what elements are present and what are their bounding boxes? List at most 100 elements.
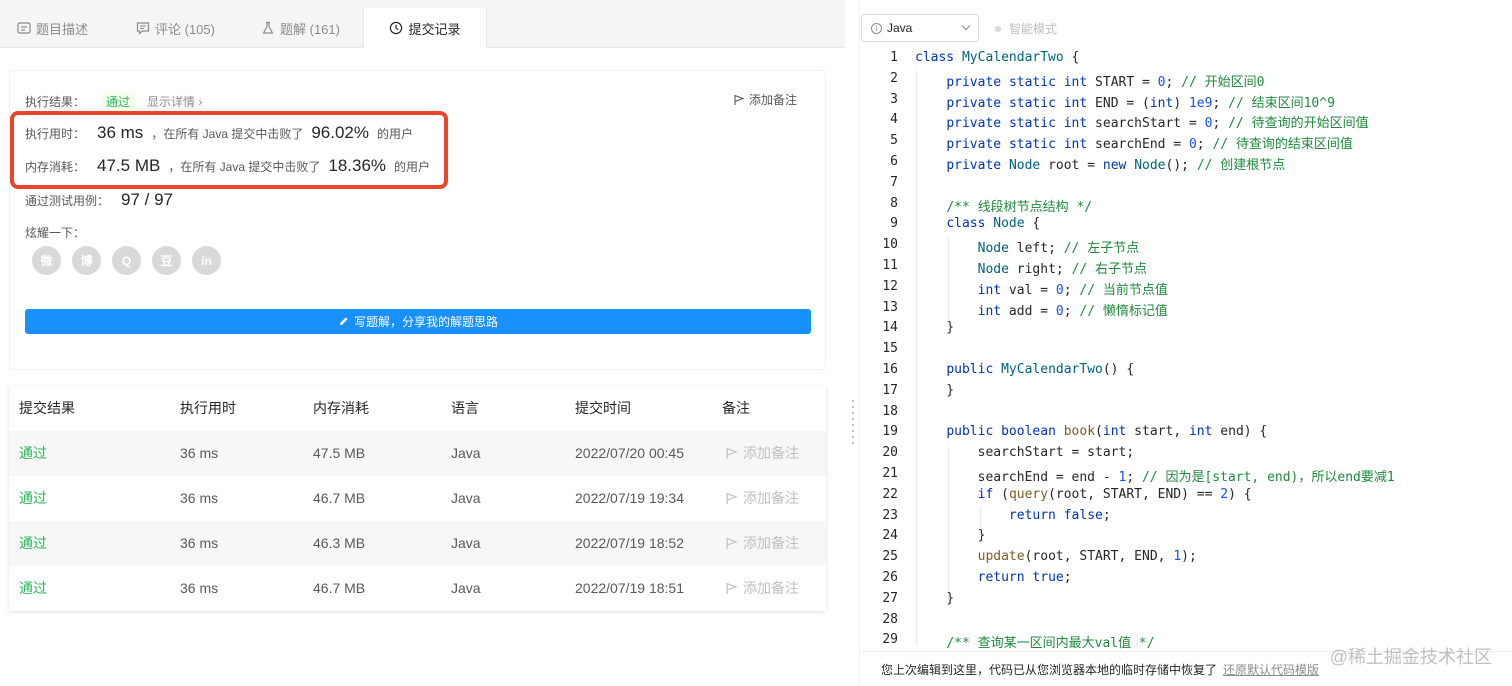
code-line[interactable]: return true; <box>915 570 1072 585</box>
tab-description[interactable]: 题目描述 <box>17 8 88 48</box>
row-add-note-label: 添加备注 <box>743 490 799 506</box>
code-line[interactable]: update(root, START, END, 1); <box>915 549 1197 564</box>
code-line[interactable]: int val = 0; // 当前节点值 <box>915 279 1168 298</box>
flag-icon <box>726 582 738 594</box>
code-line[interactable]: class MyCalendarTwo { <box>915 50 1079 65</box>
douban-icon[interactable]: 豆 <box>152 246 181 275</box>
tab-solutions[interactable]: 题解 (161) <box>261 8 340 48</box>
resize-handle[interactable] <box>852 400 854 448</box>
qq-icon[interactable]: Q <box>112 246 141 275</box>
code-line[interactable]: private static int END = (int) 1e9; // 结… <box>915 92 1335 111</box>
row-memory: 46.7 MB <box>313 490 366 506</box>
code-line[interactable]: /** 线段树节点结构 */ <box>915 196 1092 215</box>
line-number: 4 <box>890 112 898 128</box>
line-number: 26 <box>882 570 898 585</box>
wechat-icon[interactable]: 微 <box>32 246 61 275</box>
line-number: 17 <box>882 382 898 398</box>
row-result[interactable]: 通过 <box>19 431 47 476</box>
code-line[interactable]: return false; <box>915 508 1111 523</box>
code-line[interactable]: Node left; // 左子节点 <box>915 237 1140 256</box>
row-add-note-button[interactable]: 添加备注 <box>725 521 799 566</box>
line-number: 28 <box>882 611 898 627</box>
row-language: Java <box>451 490 481 506</box>
share-label: 炫耀一下： <box>25 226 86 240</box>
code-line[interactable]: searchStart = start; <box>915 445 1135 460</box>
code-line[interactable]: /** 查询某一区间内最大val值 */ <box>915 632 1154 649</box>
weibo-icon[interactable]: 博 <box>72 246 101 275</box>
row-add-note-label: 添加备注 <box>743 535 799 551</box>
restore-default-link[interactable]: 还原默认代码模版 <box>1223 661 1319 678</box>
header-note: 备注 <box>722 400 750 416</box>
row-result[interactable]: 通过 <box>19 476 47 521</box>
row-memory: 46.3 MB <box>313 535 366 551</box>
code-line[interactable]: class Node { <box>915 216 1040 231</box>
linkedin-icon[interactable]: in <box>192 246 221 275</box>
header-language: 语言 <box>451 400 479 416</box>
tab-label: 题目描述 <box>36 21 89 37</box>
code-line[interactable]: int add = 0; // 懒惰标记值 <box>915 300 1168 319</box>
code-editor[interactable]: 1 class MyCalendarTwo {2 private static i… <box>860 49 1512 649</box>
code-line[interactable]: private static int START = 0; // 开始区间0 <box>915 71 1264 90</box>
line-number: 13 <box>882 299 898 315</box>
row-runtime: 36 ms <box>180 580 219 596</box>
line-number: 21 <box>882 466 898 481</box>
share-label-row: 炫耀一下： <box>25 224 85 241</box>
table-header: 提交结果 执行用时 内存消耗 语言 提交时间 备注 <box>9 386 826 431</box>
line-number: 18 <box>882 403 898 419</box>
row-runtime: 36 ms <box>180 535 219 551</box>
language-select[interactable]: i Java <box>861 14 979 42</box>
code-line[interactable]: Node right; // 右子节点 <box>915 258 1147 277</box>
exec-result-row: 执行结果： 通过 显示详情 › <box>25 92 202 111</box>
line-number: 10 <box>882 237 898 253</box>
tab-label: 提交记录 <box>408 21 461 37</box>
tab-label: 评论 (105) <box>155 21 215 37</box>
write-solution-button[interactable]: 写题解，分享我的解题思路 <box>25 309 811 334</box>
restore-notice-text: 您上次编辑到这里，代码已从您浏览器本地的临时存储中恢复了 <box>881 662 1218 677</box>
smart-mode-toggle[interactable]: 智能模式 <box>995 20 1057 37</box>
table-row[interactable]: 通过 36 ms 47.5 MB Java 2022/07/20 00:45 添加备注 <box>9 431 826 476</box>
pencil-icon <box>339 317 348 326</box>
row-runtime: 36 ms <box>180 490 219 506</box>
show-details-link[interactable]: 显示详情 › <box>147 93 202 110</box>
watermark-text: @稀土掘金技术社区 <box>1329 647 1492 667</box>
description-icon <box>17 22 31 34</box>
code-line[interactable]: private static int searchEnd = 0; // 待查询… <box>915 133 1353 152</box>
tests-label: 通过测试用例： <box>25 194 110 208</box>
code-line[interactable]: private static int searchStart = 0; // 待… <box>915 112 1368 131</box>
line-number: 7 <box>890 174 898 190</box>
line-number: 6 <box>890 154 898 169</box>
tests-value: 97 / 97 <box>121 190 174 209</box>
row-add-note-button[interactable]: 添加备注 <box>725 476 799 521</box>
table-row[interactable]: 通过 36 ms 46.3 MB Java 2022/07/19 18:52 添加备注 <box>9 521 826 566</box>
flag-icon <box>726 537 738 549</box>
line-number: 2 <box>890 70 898 86</box>
row-language: Java <box>451 580 481 596</box>
flag-icon <box>734 94 745 105</box>
add-note-label: 添加备注 <box>748 93 797 107</box>
table-row[interactable]: 通过 36 ms 46.7 MB Java 2022/07/19 18:51 添加备注 <box>9 566 826 611</box>
flask-icon <box>262 21 274 34</box>
tab-submissions[interactable]: 提交记录 <box>363 8 487 48</box>
tab-bar: 题目描述 评论 (105) 题解 (161) 提交记录 <box>0 0 845 48</box>
line-number: 3 <box>890 91 898 107</box>
code-line[interactable]: } <box>915 591 954 606</box>
row-result[interactable]: 通过 <box>19 521 47 566</box>
line-number: 9 <box>890 216 898 232</box>
code-line[interactable]: if (query(root, START, END) == 2) { <box>915 487 1252 502</box>
code-line[interactable]: } <box>915 320 954 335</box>
tests-row: 通过测试用例： 97 / 97 <box>25 190 173 210</box>
add-note-button[interactable]: 添加备注 <box>733 91 797 108</box>
tab-comments[interactable]: 评论 (105) <box>136 8 215 48</box>
code-line[interactable]: } <box>915 528 986 543</box>
code-line[interactable]: } <box>915 383 954 398</box>
row-language: Java <box>451 445 481 461</box>
code-line[interactable]: public boolean book(int start, int end) … <box>915 424 1267 439</box>
table-row[interactable]: 通过 36 ms 46.7 MB Java 2022/07/19 19:34 添加备注 <box>9 476 826 521</box>
row-add-note-button[interactable]: 添加备注 <box>725 566 799 611</box>
code-line[interactable]: searchEnd = end - 1; // 因为是[start, end)，… <box>915 466 1395 485</box>
code-line[interactable]: public MyCalendarTwo() { <box>915 362 1134 377</box>
code-line[interactable]: private Node root = new Node(); // 创建根节点 <box>915 154 1285 173</box>
line-number: 19 <box>882 424 898 440</box>
row-result[interactable]: 通过 <box>19 566 47 611</box>
row-add-note-button[interactable]: 添加备注 <box>725 431 799 476</box>
